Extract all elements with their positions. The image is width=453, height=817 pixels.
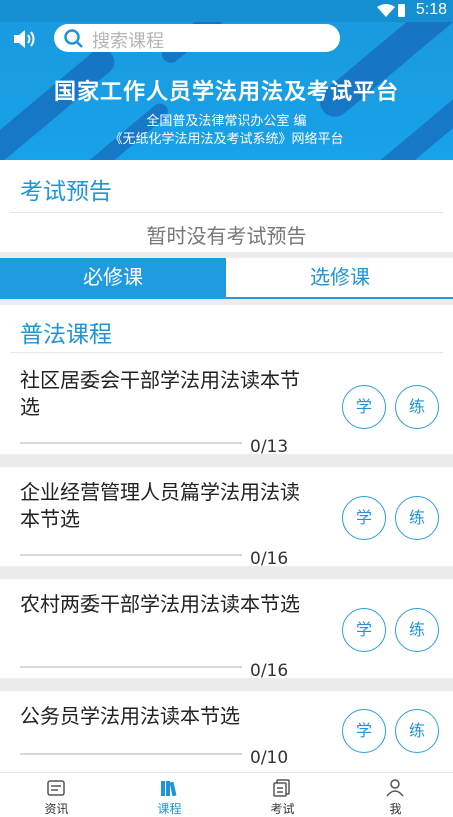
course-name: 公务员学法用法读本节选 xyxy=(20,704,240,728)
course-name: 农村两委干部学法用法读本节选 xyxy=(20,592,300,616)
platform-title: 国家工作人员学法用法及考试平台 xyxy=(53,80,399,105)
study-button[interactable]: 学 xyxy=(342,709,386,753)
exam-paper-icon xyxy=(273,779,290,797)
speaker-icon[interactable] xyxy=(12,28,36,50)
course-item[interactable]: 农村两委干部学法用法读本节选 0/16 学 练 xyxy=(0,579,453,681)
course-progress-bar xyxy=(20,554,242,556)
course-progress-bar xyxy=(20,666,242,668)
battery-icon xyxy=(398,4,405,17)
exam-preview-empty: 暂时没有考试预告 xyxy=(146,224,307,248)
practice-button[interactable]: 练 xyxy=(395,496,439,540)
divider xyxy=(10,212,443,213)
courses-section-title: 普法课程 xyxy=(20,322,112,348)
course-tabs: 必修课 选修课 xyxy=(0,258,453,299)
exam-preview-title: 考试预告 xyxy=(20,179,112,205)
nav-label: 课程 xyxy=(157,802,182,816)
search-input[interactable]: 搜索课程 xyxy=(54,24,340,52)
books-icon xyxy=(161,781,177,797)
nav-item-me[interactable]: 我 xyxy=(339,773,452,817)
course-progress-bar xyxy=(20,753,242,755)
course-name: 企业经营管理人员篇学法用法读本节选 xyxy=(20,480,300,531)
study-button[interactable]: 学 xyxy=(342,385,386,429)
nav-item-exam[interactable]: 考试 xyxy=(226,773,339,817)
wifi-icon xyxy=(377,4,395,17)
divider xyxy=(10,352,443,353)
search-placeholder: 搜索课程 xyxy=(92,31,164,52)
course-item[interactable]: 社区居委会干部学法用法读本节选 0/13 学 练 xyxy=(0,355,453,457)
course-progress-count: 0/16 xyxy=(250,661,289,681)
exam-preview-section: 考试预告 暂时没有考试预告 xyxy=(0,160,453,252)
bottom-nav: 资讯 课程 考试 我 xyxy=(0,772,453,817)
course-item[interactable]: 公务员学法用法读本节选 0/10 学 练 xyxy=(0,691,453,772)
tab-elective[interactable]: 选修课 xyxy=(227,258,453,297)
practice-button[interactable]: 练 xyxy=(395,385,439,429)
study-button[interactable]: 学 xyxy=(342,608,386,652)
nav-label: 资讯 xyxy=(44,802,69,816)
practice-button[interactable]: 练 xyxy=(395,709,439,753)
courses-section-header: 普法课程 xyxy=(0,305,453,355)
practice-button[interactable]: 练 xyxy=(395,608,439,652)
publisher-text: 全国普及法律常识办公室 编 xyxy=(146,114,307,129)
course-progress-bar xyxy=(20,442,242,444)
course-item[interactable]: 企业经营管理人员篇学法用法读本节选 0/16 学 练 xyxy=(0,467,453,569)
status-bar: 5:18 xyxy=(0,0,453,22)
course-progress-count: 0/13 xyxy=(250,437,289,457)
study-button[interactable]: 学 xyxy=(342,496,386,540)
search-icon xyxy=(64,29,83,48)
course-progress-count: 0/10 xyxy=(250,748,289,768)
platform-subtitle: 《无纸化学法用法及考试系统》网络平台 xyxy=(109,132,344,147)
course-progress-count: 0/16 xyxy=(250,549,289,569)
course-name: 社区居委会干部学法用法读本节选 xyxy=(20,368,300,419)
person-icon xyxy=(386,779,404,797)
news-icon xyxy=(47,780,65,796)
nav-item-courses[interactable]: 课程 xyxy=(113,773,226,817)
status-time: 5:18 xyxy=(415,1,447,18)
tab-required[interactable]: 必修课 xyxy=(0,258,226,297)
nav-label: 考试 xyxy=(270,802,295,816)
header-banner: 搜索课程 国家工作人员学法用法及考试平台 全国普及法律常识办公室 编 《无纸化学… xyxy=(0,22,453,160)
nav-label: 我 xyxy=(389,802,402,816)
nav-item-news[interactable]: 资讯 xyxy=(0,773,113,817)
